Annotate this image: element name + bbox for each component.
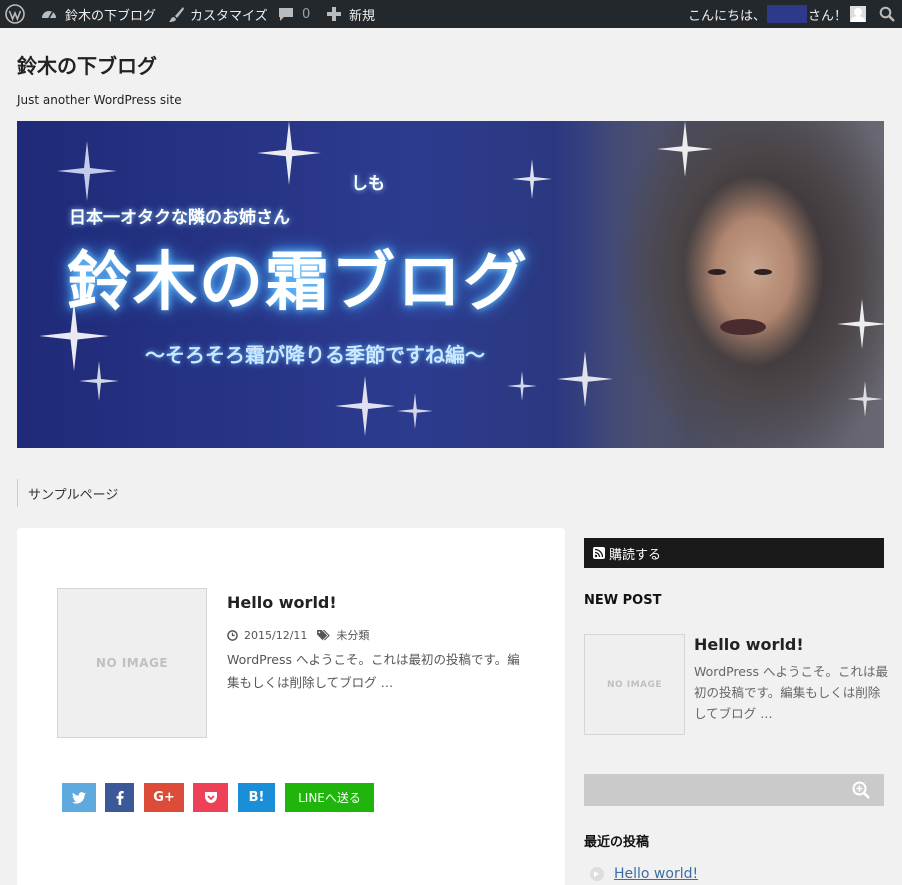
share-facebook-button[interactable]: [105, 783, 134, 812]
post-category[interactable]: 未分類: [336, 627, 369, 643]
list-item: Hello world!: [590, 866, 698, 882]
admin-bar-new[interactable]: 新規: [327, 0, 375, 28]
facebook-icon: [116, 790, 124, 805]
tags-icon: [317, 629, 331, 640]
share-pocket-button[interactable]: [193, 783, 228, 812]
sparkle-icon: [847, 381, 883, 417]
recent-post-link[interactable]: Hello world!: [614, 866, 698, 882]
sparkle-icon: [837, 299, 884, 349]
banner-catchphrase: 日本一オタクな隣のお姉さん: [69, 208, 290, 228]
post-date: 2015/12/11: [244, 628, 308, 642]
clock-icon: [227, 629, 238, 641]
comment-icon: [279, 8, 293, 21]
banner-ruby: しも: [351, 174, 385, 194]
sparkle-icon: [79, 361, 119, 401]
twitter-icon: [72, 791, 86, 804]
avatar: [850, 6, 866, 22]
side-post-thumbnail[interactable]: NO IMAGE: [584, 634, 685, 735]
user-name-redacted: [766, 5, 807, 23]
post-excerpt: WordPress へようこそ。これは最初の投稿です。編集もしくは削除してブログ…: [227, 652, 520, 690]
site-title[interactable]: 鈴木の下ブログ: [17, 50, 157, 79]
new-post-heading: NEW POST: [584, 593, 662, 608]
dashboard-icon: [42, 11, 56, 19]
main-nav: サンプルページ: [17, 479, 118, 507]
share-hatena-button[interactable]: B!: [238, 783, 275, 812]
admin-bar-customize[interactable]: カスタマイズ: [168, 0, 268, 28]
header-banner[interactable]: 日本一オタクな隣のお姉さん しも 鈴木の霜ブログ 〜そろそろ霜が降りる季節ですね…: [17, 121, 884, 448]
admin-bar-search-icon[interactable]: [879, 0, 895, 28]
sparkle-icon: [335, 376, 395, 436]
rss-icon: [593, 547, 605, 559]
greeting-suffix: さん！: [807, 8, 847, 24]
sparkle-icon: [557, 351, 613, 407]
sparkle-icon: [657, 121, 713, 177]
admin-bar-comments[interactable]: 0: [278, 0, 310, 28]
subscribe-button[interactable]: 購読する: [584, 538, 884, 568]
sparkle-icon: [512, 159, 552, 199]
share-twitter-button[interactable]: [62, 783, 96, 812]
admin-bar-customize-label: カスタマイズ: [190, 8, 268, 24]
plus-icon: [327, 7, 341, 21]
subscribe-label: 購読する: [609, 547, 662, 563]
search-icon[interactable]: [852, 781, 870, 799]
nav-item-sample-page[interactable]: サンプルページ: [28, 484, 118, 503]
sparkle-icon: [57, 141, 117, 201]
share-line-button[interactable]: LINEへ送る: [285, 783, 374, 812]
admin-bar-account[interactable]: こんにちは、 さん！: [688, 0, 866, 28]
admin-bar-site-name: 鈴木の下ブログ: [65, 8, 157, 24]
pocket-icon: [204, 792, 217, 803]
post-card: NO IMAGE Hello world! 2015/12/11 未分類 Wor…: [17, 528, 565, 885]
post-title[interactable]: Hello world!: [227, 593, 337, 612]
admin-bar: 鈴木の下ブログ カスタマイズ 0 新規 こんにちは、 さん！: [0, 0, 902, 28]
admin-bar-comments-count: 0: [302, 6, 311, 22]
sparkle-icon: [507, 371, 537, 401]
admin-bar-new-label: 新規: [349, 8, 376, 24]
wordpress-logo-icon[interactable]: [5, 0, 25, 28]
sparkle-icon: [397, 393, 433, 429]
site-tagline: Just another WordPress site: [17, 93, 182, 107]
banner-subtitle: 〜そろそろ霜が降りる季節ですね編〜: [145, 343, 485, 367]
recent-posts-heading: 最近の投稿: [584, 835, 650, 850]
sidebar-search[interactable]: [584, 774, 884, 806]
admin-bar-site-menu[interactable]: 鈴木の下ブログ: [40, 0, 156, 28]
banner-photo: [584, 121, 884, 448]
post-thumbnail[interactable]: NO IMAGE: [57, 588, 207, 738]
post-meta: 2015/12/11 未分類: [227, 627, 369, 643]
greeting-prefix: こんにちは、: [687, 8, 766, 24]
chevron-right-icon: [590, 867, 604, 881]
sparkle-icon: [257, 121, 321, 185]
share-googleplus-button[interactable]: G+: [144, 783, 184, 812]
banner-title: 鈴木の霜ブログ: [67, 245, 529, 320]
side-post-title[interactable]: Hello world!: [694, 635, 804, 654]
side-post-excerpt: WordPress へようこそ。これは最初の投稿です。編集もしくは削除してブログ…: [694, 664, 889, 721]
paintbrush-icon: [169, 6, 184, 22]
